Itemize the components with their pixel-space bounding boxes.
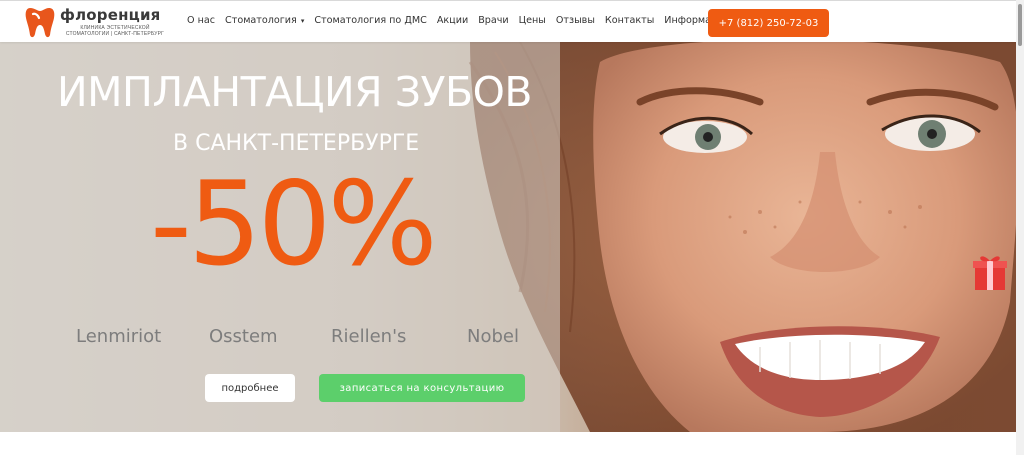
tooth-logo-icon — [25, 8, 55, 38]
brand-nobel: Nobel — [467, 326, 519, 347]
hero-title: ИМПЛАНТАЦИЯ ЗУБОВ — [57, 68, 533, 116]
logo-subtitle: клиника эстетической стоматологии | санк… — [65, 25, 165, 37]
consultation-button[interactable]: записаться на консультацию — [319, 374, 525, 402]
gift-box-icon[interactable] — [972, 252, 1008, 292]
nav-label: Отзывы — [555, 15, 595, 26]
clinic-logo[interactable]: флоренция клиника эстетической стоматоло… — [24, 5, 174, 39]
scroll-thumb[interactable] — [1018, 4, 1022, 46]
nav-label: Врачи — [478, 15, 509, 26]
nav-item-doctors[interactable]: Врачи — [478, 15, 508, 26]
nav-item-contacts[interactable]: Контакты — [605, 15, 654, 26]
main-nav: О нас Стоматология ▾ Стоматология по ДМС … — [187, 15, 740, 26]
nav-item-prices[interactable]: Цены — [519, 15, 546, 26]
brand-lenmiriot: Lenmiriot — [76, 326, 162, 347]
nav-label: Стоматология — [225, 15, 297, 26]
nav-label: Акции — [436, 15, 469, 26]
nav-item-promotions[interactable]: Акции — [437, 15, 468, 26]
nav-item-dentistry[interactable]: Стоматология ▾ — [225, 15, 304, 26]
nav-label: Контакты — [604, 15, 655, 26]
page-scrollbar[interactable] — [1016, 0, 1024, 455]
hero-banner: ИМПЛАНТАЦИЯ ЗУБОВ В САНКТ-ПЕТЕРБУРГЕ -50… — [0, 42, 1016, 432]
chevron-down-icon: ▾ — [300, 16, 305, 25]
discount-label: -50% — [150, 157, 438, 292]
nav-item-dms[interactable]: Стоматология по ДМС — [314, 15, 427, 26]
brand-riellens: Riellen's — [331, 326, 407, 347]
hero-subtitle: В САНКТ-ПЕТЕРБУРГЕ — [173, 131, 420, 156]
nav-item-reviews[interactable]: Отзывы — [556, 15, 595, 26]
brand-osstem: Osstem — [209, 326, 278, 347]
implant-brands: Lenmiriot Osstem Riellen's Nobel — [76, 326, 536, 350]
nav-label: Цены — [518, 15, 546, 26]
nav-label: Стоматология по ДМС — [314, 15, 427, 26]
logo-name: флоренция — [60, 6, 161, 24]
phone-button[interactable]: +7 (812) 250-72-03 — [708, 9, 829, 37]
more-button[interactable]: подробнее — [205, 374, 295, 402]
nav-item-about[interactable]: О нас — [187, 15, 215, 26]
page-content-start — [0, 432, 1016, 455]
site-header: флоренция клиника эстетической стоматоло… — [0, 0, 1016, 42]
nav-label: О нас — [187, 15, 216, 26]
